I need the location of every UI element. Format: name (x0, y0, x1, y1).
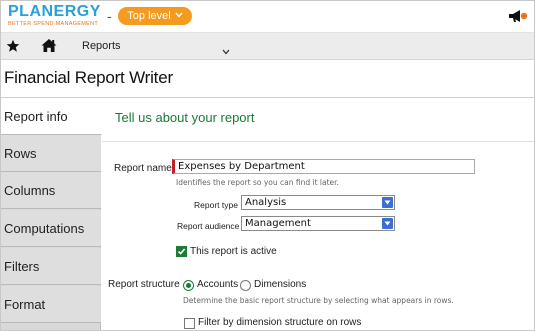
sidebar: Report info Rows Columns Computations Fi… (0, 98, 102, 331)
report-type-value: Analysis (245, 197, 287, 208)
header-separator: - (107, 8, 112, 24)
level-selector-label: Top level (127, 10, 171, 22)
logo-text: PLANERGY (8, 3, 101, 20)
structure-accounts-label: Accounts (197, 279, 239, 290)
chevron-down-icon (382, 218, 393, 229)
report-structure-help: Determine the basic report structure by … (183, 296, 454, 305)
sidebar-item-filters[interactable]: Filters (0, 248, 101, 285)
sidebar-item-computations[interactable]: Computations (0, 210, 101, 247)
level-selector-button[interactable]: Top level (118, 7, 192, 25)
section-title: Tell us about your report (115, 110, 255, 125)
chevron-down-icon (175, 12, 183, 20)
report-audience-value: Management (245, 218, 311, 229)
checkmark-icon (177, 248, 186, 255)
sidebar-item-label: Columns (4, 182, 56, 198)
page-title: Financial Report Writer (4, 68, 173, 87)
sidebar-item-rows[interactable]: Rows (0, 135, 101, 172)
report-name-input[interactable]: Expenses by Department (172, 159, 475, 174)
navigation-bar: Reports (0, 33, 535, 60)
report-type-select[interactable]: Analysis (241, 195, 395, 210)
report-name-help: Identifies the report so you can find it… (176, 178, 339, 187)
structure-dimensions-label: Dimensions (254, 279, 307, 290)
report-type-label: Report type (194, 200, 238, 210)
report-info-panel: Tell us about your report Report name Ex… (102, 98, 535, 331)
planergy-logo[interactable]: PLANERGY BETTER SPEND MANAGEMENT (8, 4, 104, 30)
structure-accounts-radio[interactable] (183, 280, 194, 291)
sidebar-item-label: Computations (4, 220, 85, 236)
home-icon[interactable] (41, 38, 57, 53)
sidebar-item-label: Filters (4, 258, 40, 274)
sidebar-item-label: Format (4, 296, 46, 312)
megaphone-icon[interactable] (508, 9, 528, 23)
sidebar-item-label: Rows (4, 145, 37, 161)
report-active-checkbox[interactable] (176, 246, 187, 257)
report-audience-label: Report audience (177, 221, 240, 231)
logo-tagline: BETTER SPEND MANAGEMENT (8, 21, 99, 27)
report-structure-label: Report structure (108, 279, 180, 290)
section-divider (102, 141, 535, 142)
report-audience-select[interactable]: Management (241, 216, 395, 231)
chevron-down-icon (382, 197, 393, 208)
report-name-label: Report name (114, 163, 172, 174)
report-active-label: This report is active (190, 246, 277, 257)
top-header-bar: PLANERGY BETTER SPEND MANAGEMENT - Top l… (0, 0, 535, 33)
star-icon[interactable] (6, 39, 20, 53)
filter-dimension-checkbox[interactable] (184, 318, 195, 329)
sidebar-item-columns[interactable]: Columns (0, 172, 101, 209)
chevron-down-icon[interactable] (222, 42, 230, 55)
structure-dimensions-radio[interactable] (240, 280, 251, 291)
sidebar-item-label: Report info (4, 108, 68, 124)
sidebar-item-format[interactable]: Format (0, 286, 101, 323)
sidebar-item-report-info[interactable]: Report info (0, 98, 102, 135)
nav-reports-link[interactable]: Reports (82, 40, 121, 52)
filter-dimension-label: Filter by dimension structure on rows (198, 317, 362, 328)
